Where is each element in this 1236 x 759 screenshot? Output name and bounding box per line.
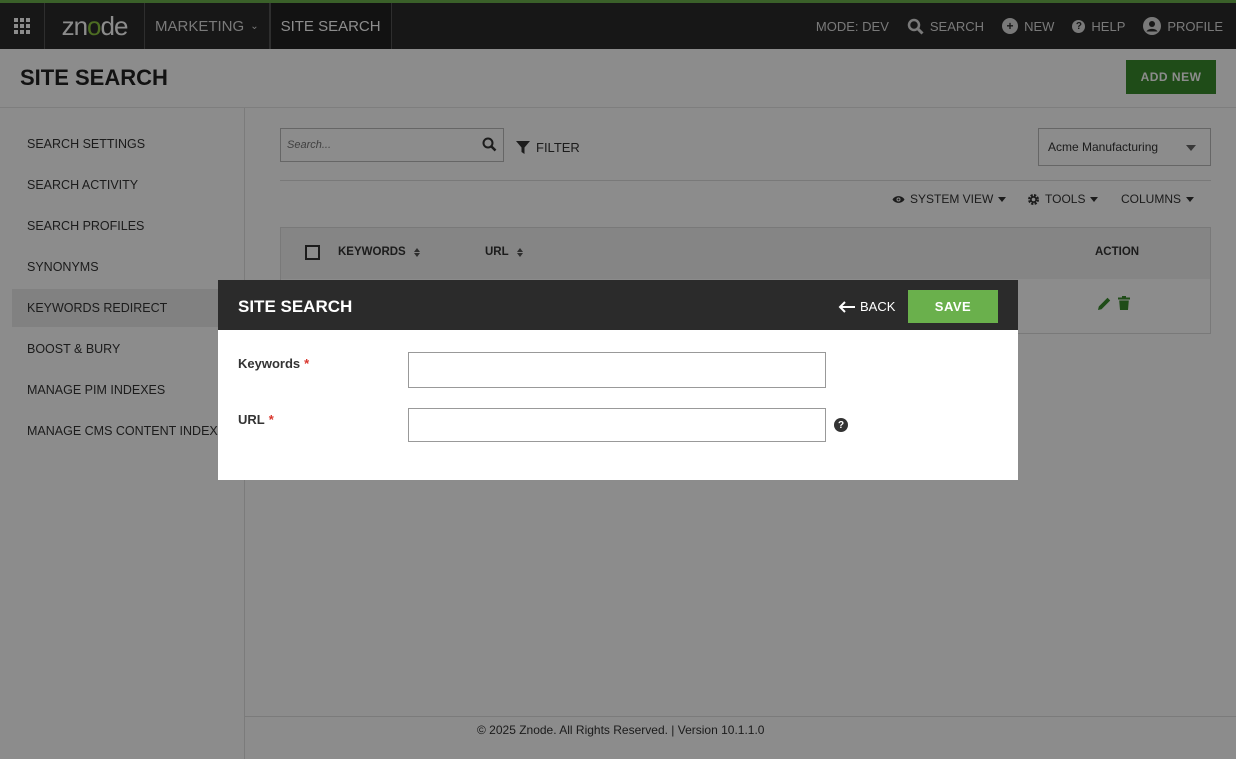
help-question-icon[interactable]: ?	[834, 418, 848, 432]
required-marker: *	[304, 356, 310, 371]
url-field-label: URL *	[238, 412, 274, 427]
keywords-field-label: Keywords *	[238, 356, 309, 371]
save-button[interactable]: SAVE	[908, 290, 998, 323]
back-button[interactable]: BACK	[838, 299, 895, 314]
back-label: BACK	[860, 299, 896, 314]
url-input[interactable]	[408, 408, 826, 442]
url-label-text: URL	[238, 412, 265, 427]
modal-title: SITE SEARCH	[238, 297, 353, 316]
keywords-input[interactable]	[408, 352, 826, 388]
site-search-modal: SITE SEARCH BACK SAVE Keywords * URL * ?	[218, 280, 1018, 480]
arrow-left-icon	[838, 300, 855, 313]
keywords-label-text: Keywords	[238, 356, 301, 371]
modal-header: SITE SEARCH BACK SAVE	[218, 280, 1018, 330]
required-marker: *	[268, 412, 274, 427]
